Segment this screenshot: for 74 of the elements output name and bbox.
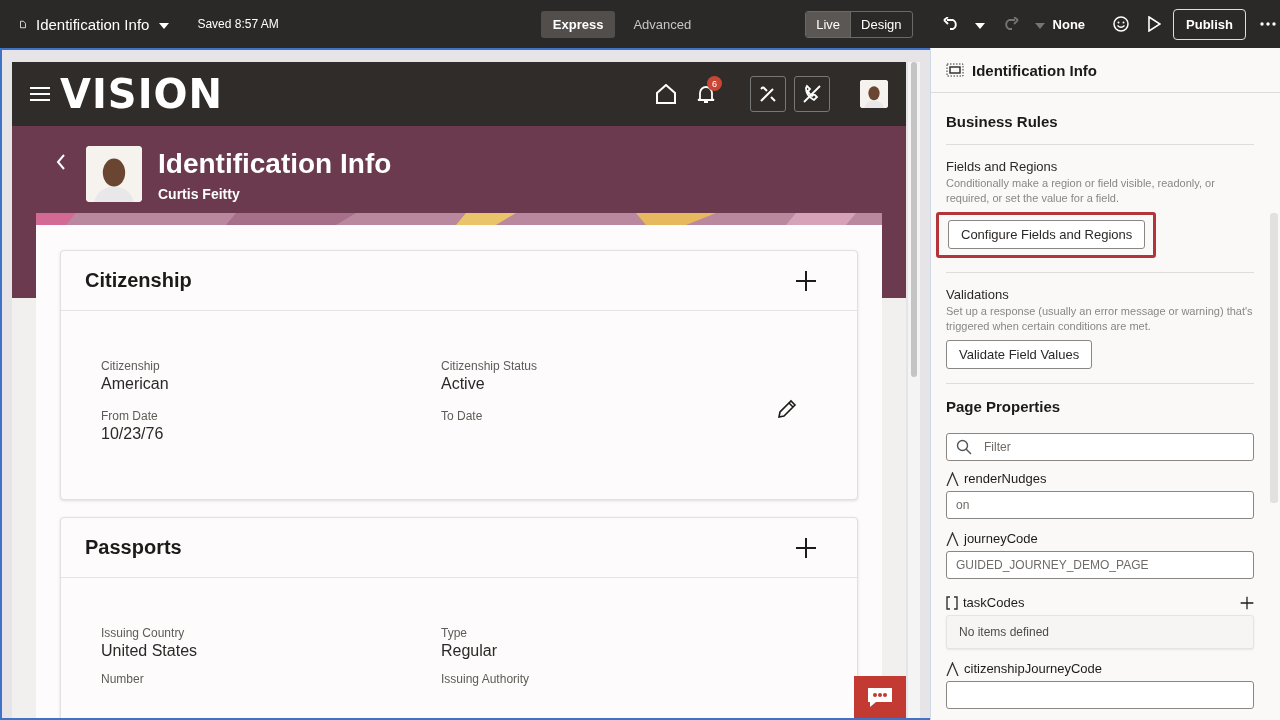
field-value: Active <box>441 375 486 393</box>
avatar-icon <box>860 80 888 108</box>
home-icon[interactable] <box>655 84 677 104</box>
phone-off-button[interactable] <box>794 76 830 112</box>
chat-icon <box>866 686 894 708</box>
search-icon <box>956 439 972 455</box>
field-label: Issuing Country <box>101 626 186 640</box>
mode-tab[interactable]: Advanced <box>621 10 704 38</box>
text-type-icon <box>946 531 959 546</box>
rule-button[interactable]: Validate Field Values <box>946 340 1093 369</box>
property-name: taskCodes <box>963 595 1025 610</box>
field-label: Issuing Authority <box>441 672 531 686</box>
phone-off-icon <box>802 84 822 104</box>
field-value: American <box>101 375 170 393</box>
field-value: United States <box>101 642 199 660</box>
page-title: Identification Info <box>36 15 150 33</box>
avatar-icon <box>86 146 142 202</box>
plus-icon[interactable] <box>795 269 817 292</box>
back-icon[interactable] <box>56 154 66 170</box>
menu-icon[interactable] <box>30 86 50 102</box>
pencil-icon[interactable] <box>777 399 797 419</box>
field-label: Number <box>101 672 145 686</box>
section-heading: Page Properties <box>946 398 1062 417</box>
view-tab[interactable]: Design <box>851 11 912 37</box>
smiley-icon[interactable] <box>1113 16 1130 32</box>
more-icon[interactable] <box>1260 22 1276 26</box>
caret-icon[interactable] <box>974 23 985 29</box>
property-field[interactable]: on <box>946 491 1254 519</box>
person-name: Curtis Feitty <box>158 186 241 202</box>
field-label: Citizenship Status <box>441 359 539 373</box>
field-label: From Date <box>101 409 159 423</box>
publish-button[interactable]: Publish <box>1173 8 1246 40</box>
rule-description: Set up a response (usually an error message or warning) that's triggered when certain conditions are met. <box>946 304 1254 334</box>
undo-icon[interactable] <box>942 17 959 31</box>
property-name: renderNudges <box>964 471 1047 486</box>
field-label: Type <box>441 626 468 640</box>
field-label: Citizenship <box>101 359 161 373</box>
chat-button[interactable] <box>854 676 906 718</box>
notification-badge: 6 <box>707 76 722 91</box>
field-value: Regular <box>441 642 499 660</box>
scrollbar-thumb[interactable] <box>911 62 917 377</box>
property-field[interactable]: GUIDED_JOURNEY_DEMO_PAGE <box>946 551 1254 579</box>
caret-icon[interactable] <box>159 23 170 29</box>
view-tab[interactable]: Live <box>806 11 852 37</box>
section-title: Passports <box>85 536 182 559</box>
filter-field[interactable]: Filter <box>946 433 1254 461</box>
region-icon <box>946 63 964 77</box>
array-icon <box>946 595 958 610</box>
page-heading: Identification Info <box>158 148 392 180</box>
plus-icon[interactable] <box>795 536 817 559</box>
property-name: journeyCode <box>964 531 1038 546</box>
plus-icon[interactable] <box>1240 595 1254 610</box>
rule-title: Fields and Regions <box>946 159 1059 174</box>
rule-description: Conditionally make a region or field visible, readonly, or required, or set the value for a field. <box>946 176 1216 206</box>
empty-list: No items defined <box>946 615 1254 649</box>
play-icon[interactable] <box>1147 16 1162 32</box>
text-type-icon <box>946 471 959 486</box>
field-value: 10/23/76 <box>101 425 165 443</box>
tools-button[interactable] <box>750 76 786 112</box>
saved-status: Saved 8:57 AM <box>197 17 279 31</box>
section-title: Citizenship <box>85 269 192 292</box>
text-type-icon <box>946 661 959 676</box>
property-name: citizenshipJourneyCode <box>964 661 1103 676</box>
property-field[interactable] <box>946 681 1254 709</box>
rule-button[interactable]: Configure Fields and Regions <box>948 220 1146 249</box>
mode-tab[interactable]: Express <box>540 10 616 38</box>
scrollbar-thumb[interactable] <box>1270 213 1278 503</box>
field-label: To Date <box>441 409 484 423</box>
rule-title: Validations <box>946 287 1010 302</box>
brand-logo: VISION <box>60 71 223 117</box>
tools-icon <box>758 84 778 104</box>
panel-title: Identification Info <box>972 61 1097 79</box>
context-label[interactable]: None <box>1052 16 1086 32</box>
section-heading: Business Rules <box>946 113 1254 145</box>
